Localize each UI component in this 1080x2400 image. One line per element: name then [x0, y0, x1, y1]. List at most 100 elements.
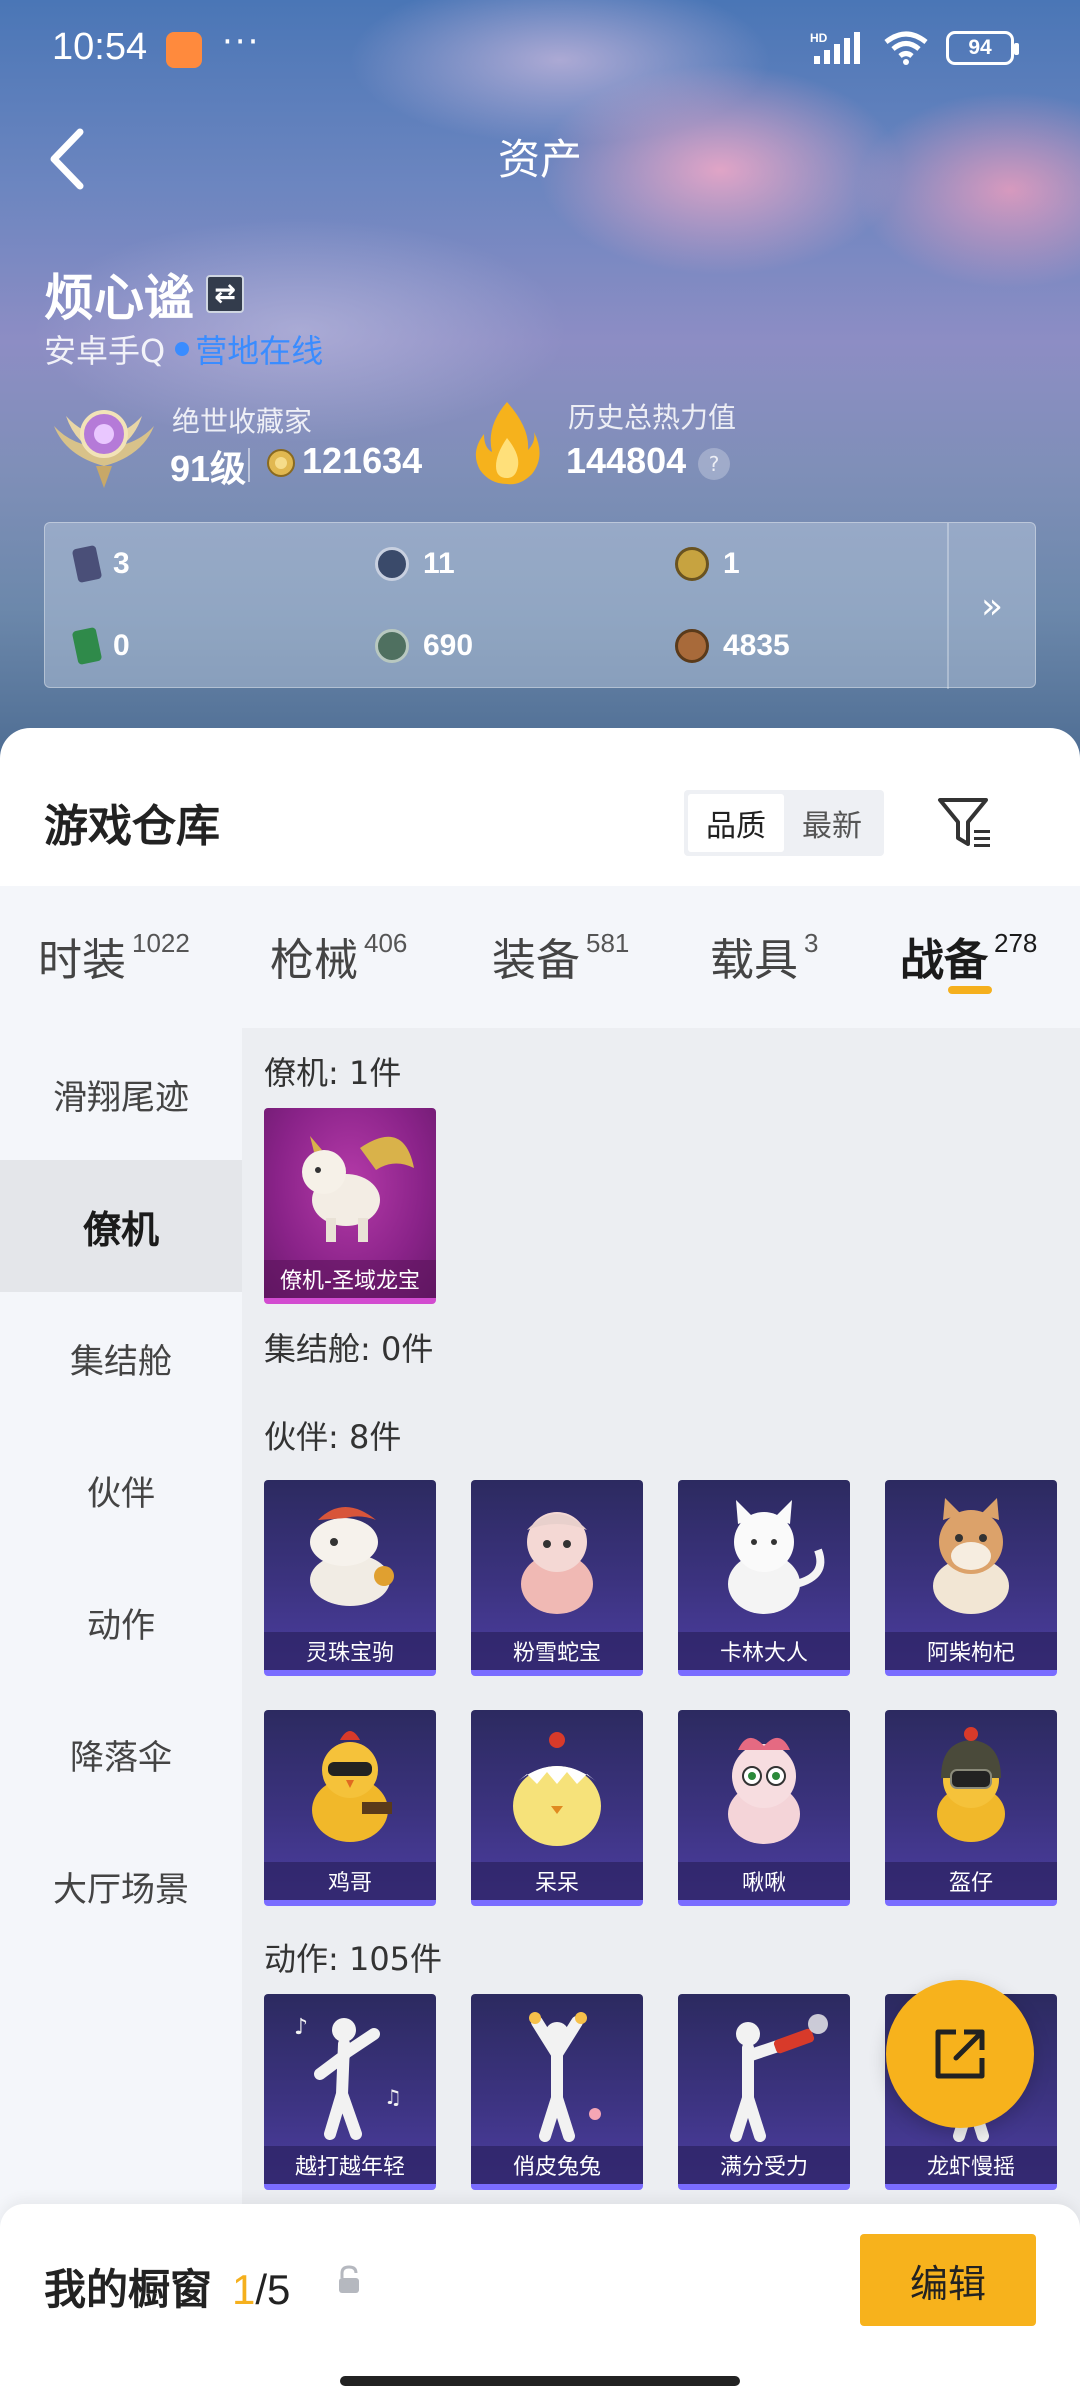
chick-figure-icon: [513, 1732, 601, 1846]
showcase-total: /5: [255, 2266, 291, 2313]
status-time: 10:54: [52, 26, 148, 68]
item-card[interactable]: 鸡哥: [264, 1710, 436, 1906]
share-button[interactable]: [886, 1980, 1034, 2128]
warehouse-sheet: 游戏仓库 品质 最新 时装 1022 枪械 406 装备 581 载具 3 战备…: [0, 728, 1080, 2400]
item-card[interactable]: 俏皮兔兔: [471, 1994, 643, 2190]
coin-value: 121634: [302, 440, 423, 481]
currency-item: 0: [71, 626, 130, 666]
side-item-parachute[interactable]: 降落伞: [0, 1688, 242, 1820]
item-label: 阿柴枸杞: [885, 1632, 1057, 1670]
rank-badge-icon[interactable]: [46, 396, 162, 492]
item-label: 灵珠宝驹: [264, 1632, 436, 1670]
more-notifications-icon: ···: [222, 22, 261, 62]
currency-value: 0: [113, 629, 130, 662]
online-status[interactable]: 营地在线: [195, 326, 323, 372]
cannon-pose-icon: [730, 2014, 828, 2142]
status-indicators: HD 94: [810, 30, 1019, 66]
flame-icon: [475, 402, 540, 485]
tab-firearms[interactable]: 枪械 406: [270, 924, 407, 988]
app-notification-icon: [166, 32, 202, 68]
online-dot-icon: [175, 342, 190, 356]
item-label: 粉雪蛇宝: [471, 1632, 643, 1670]
item-card[interactable]: 啾啾: [678, 1710, 850, 1906]
item-label: 鸡哥: [264, 1862, 436, 1900]
side-item-lobby-scene[interactable]: 大厅场景: [0, 1820, 242, 1952]
battery-level: 94: [968, 36, 992, 59]
snake-baby-figure-icon: [521, 1512, 593, 1614]
sort-newest-button[interactable]: 最新: [784, 794, 880, 852]
currency-more-button[interactable]: »: [947, 523, 1035, 689]
item-card[interactable]: 阿柴枸杞: [885, 1480, 1057, 1676]
share-icon: [935, 2029, 985, 2079]
battery-icon: 94: [946, 31, 1019, 65]
home-indicator[interactable]: [340, 2376, 740, 2386]
item-label: 啾啾: [678, 1862, 850, 1900]
horse-figure-icon: [310, 1507, 394, 1606]
item-card[interactable]: 粉雪蛇宝: [471, 1480, 643, 1676]
currency-value: 1: [723, 547, 740, 580]
ticket-icon: [71, 544, 103, 584]
item-label: 僚机-圣域龙宝: [264, 1260, 436, 1298]
tab-count: 3: [804, 928, 819, 958]
filter-icon[interactable]: [936, 794, 994, 852]
tab-label: 枪械: [270, 935, 358, 986]
help-icon[interactable]: ?: [698, 448, 730, 480]
side-item-action[interactable]: 动作: [0, 1556, 242, 1688]
svg-text:HD: HD: [810, 31, 828, 45]
side-item-capsule[interactable]: 集结舱: [0, 1292, 242, 1424]
status-bar: 10:54 ··· HD 94: [0, 0, 1080, 104]
tab-combat-prep[interactable]: 战备 278: [900, 924, 1037, 988]
side-item-glide-trail[interactable]: 滑翔尾迹: [0, 1028, 242, 1160]
currency-value: 690: [423, 629, 474, 662]
tab-count: 581: [586, 928, 630, 958]
green-card-icon: [71, 626, 103, 666]
pink-creature-figure-icon: [728, 1737, 800, 1844]
side-item-partner[interactable]: 伙伴: [0, 1424, 242, 1556]
showcase-current: 1: [232, 2266, 256, 2313]
sort-quality-button[interactable]: 品质: [688, 794, 784, 852]
dragon-figure-icon: [302, 1136, 414, 1242]
bunny-pose-icon: [529, 2012, 601, 2142]
edit-button[interactable]: 编辑: [860, 2234, 1036, 2326]
item-label: 龙虾慢摇: [885, 2146, 1057, 2184]
currency-item: 690: [375, 629, 473, 663]
currency-value: 4835: [723, 629, 790, 662]
tab-equipment[interactable]: 装备 581: [492, 924, 629, 988]
section-title-capsule: 集结舱: 0件: [264, 1330, 434, 1368]
shiba-figure-icon: [933, 1498, 1009, 1614]
currency-item: 1: [675, 547, 740, 581]
category-tabs: 时装 1022 枪械 406 装备 581 载具 3 战备 278: [0, 886, 1080, 1028]
item-card[interactable]: ♪ ♫ 越打越年轻: [264, 1994, 436, 2190]
rank-level: 91级: [170, 448, 247, 489]
item-card[interactable]: 盔仔: [885, 1710, 1057, 1906]
jade-coin-icon: [375, 629, 409, 663]
coin-icon: [267, 449, 295, 477]
active-tab-indicator: [948, 986, 992, 994]
item-card[interactable]: 卡林大人: [678, 1480, 850, 1676]
helmet-chick-figure-icon: [937, 1727, 1005, 1842]
item-card[interactable]: 灵珠宝驹: [264, 1480, 436, 1676]
side-item-wingman[interactable]: 僚机: [0, 1160, 242, 1292]
item-label: 越打越年轻: [264, 2146, 436, 2184]
dance-pose-icon: ♪ ♫: [294, 2015, 402, 2140]
item-card[interactable]: 僚机-圣域龙宝: [264, 1108, 436, 1304]
section-title-wingman: 僚机: 1件: [264, 1054, 402, 1092]
showcase-label: 我的橱窗: [44, 2265, 213, 2314]
tab-vehicles[interactable]: 载具 3: [710, 924, 818, 988]
rank-title: 绝世收藏家: [172, 405, 313, 438]
item-label: 呆呆: [471, 1862, 643, 1900]
tab-label: 战备: [900, 935, 988, 986]
gear-coin-icon: [375, 547, 409, 581]
svg-text:♫: ♫: [384, 2085, 402, 2109]
currency-item: 4835: [675, 629, 790, 663]
heat-value: 144804: [566, 440, 687, 481]
item-label: 满分受力: [678, 2146, 850, 2184]
chicken-figure-icon: [312, 1731, 392, 1842]
tab-count: 278: [994, 928, 1038, 958]
section-title-partner: 伙伴: 8件: [264, 1418, 402, 1456]
tab-fashion[interactable]: 时装 1022: [38, 924, 190, 988]
item-label: 盔仔: [885, 1862, 1057, 1900]
switch-account-icon[interactable]: ⇄: [206, 275, 244, 313]
item-card[interactable]: 呆呆: [471, 1710, 643, 1906]
item-card[interactable]: 满分受力: [678, 1994, 850, 2190]
